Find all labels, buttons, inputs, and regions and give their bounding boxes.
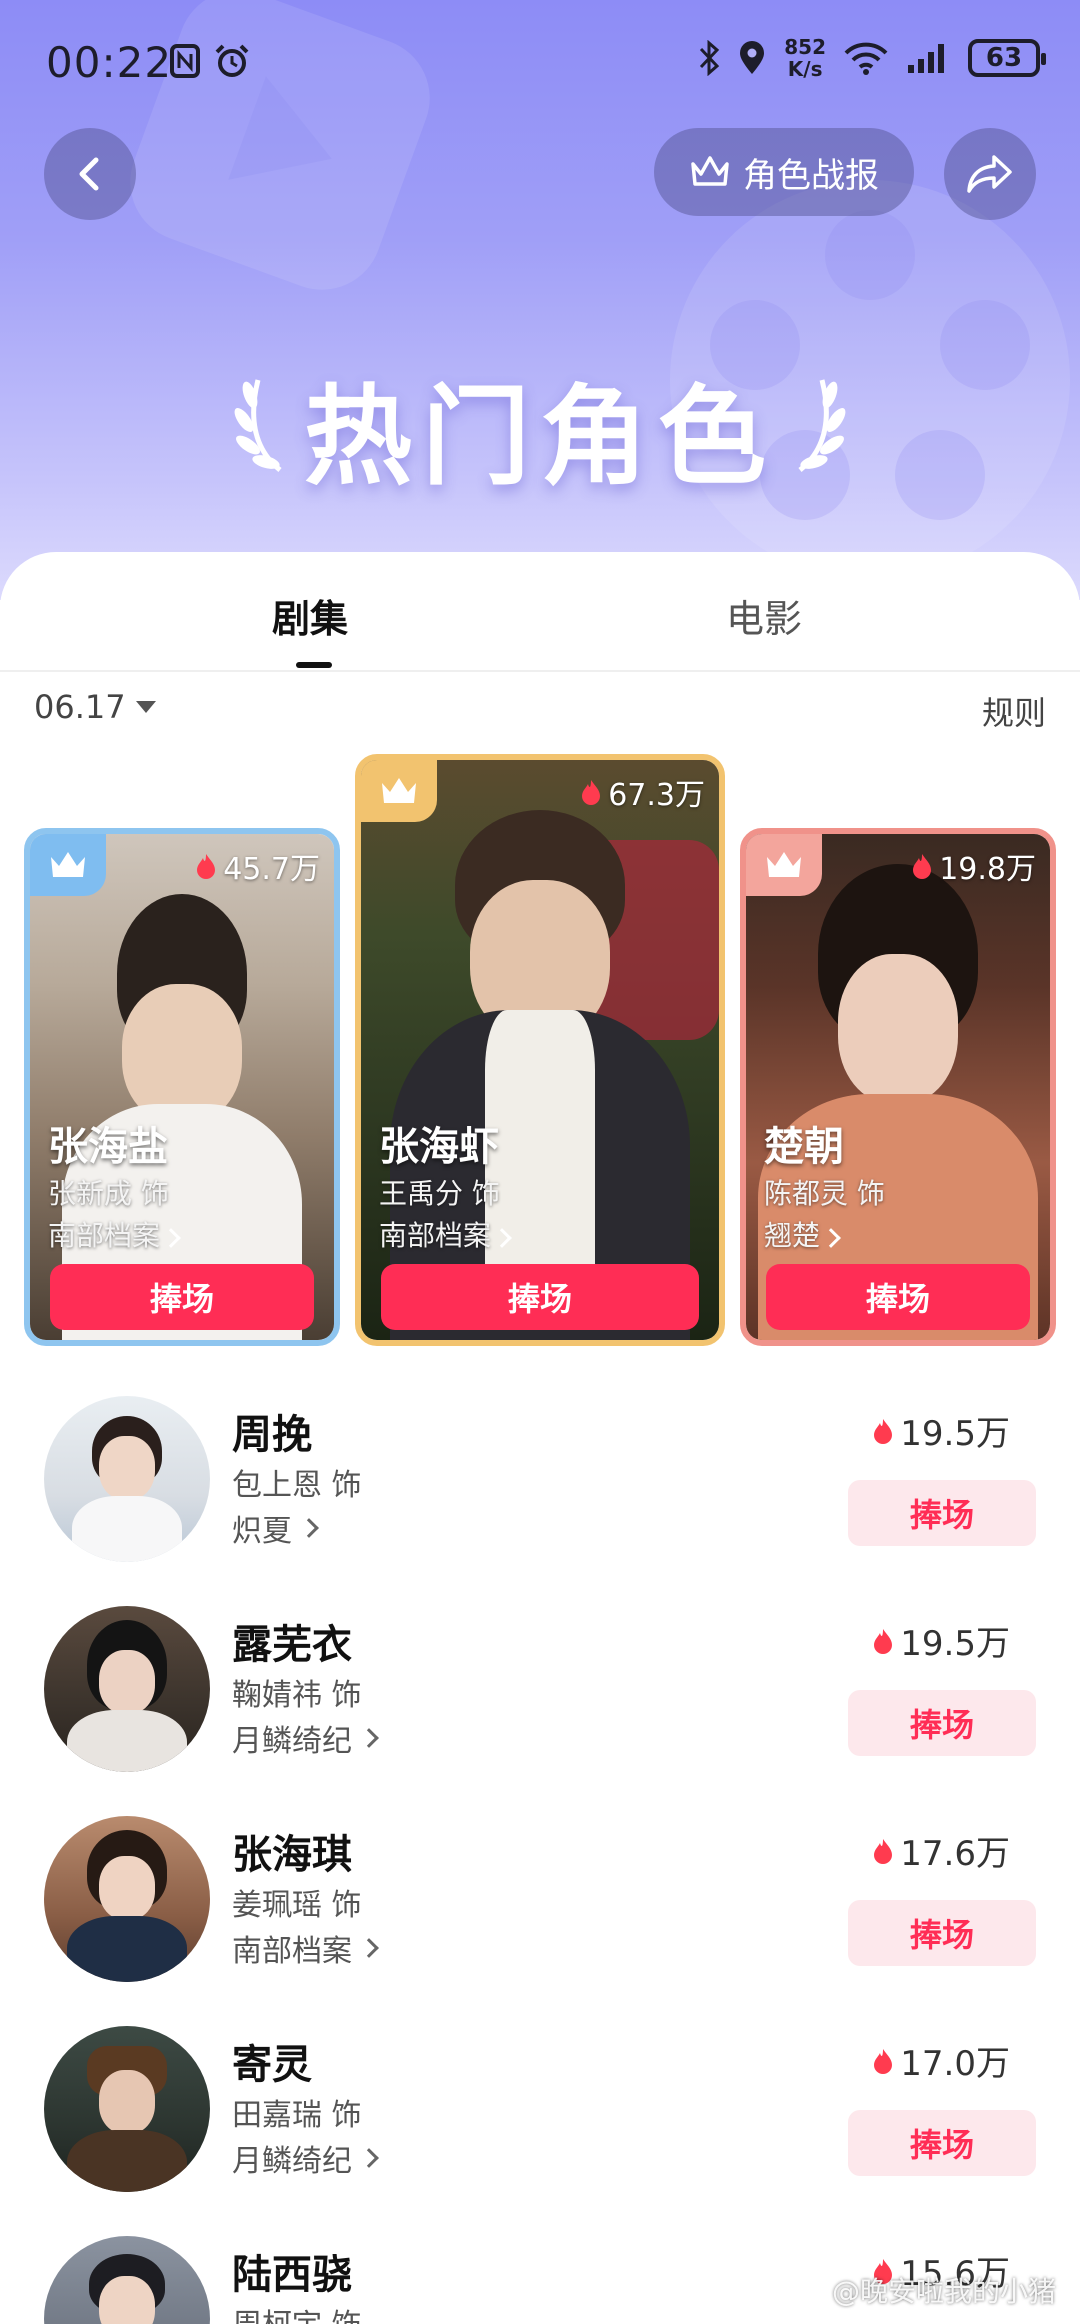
crown-icon	[691, 156, 729, 186]
flame-icon	[874, 1418, 893, 1444]
heat-value: 45.7万	[195, 844, 320, 888]
avatar	[44, 1606, 210, 1772]
character-name: 陆西骁	[232, 2252, 352, 2298]
character-name: 张海盐	[48, 1124, 168, 1170]
alarm-icon	[215, 44, 249, 77]
role-report-label: 角色战报	[743, 155, 879, 196]
cheer-button[interactable]: 捧场	[848, 1480, 1036, 1546]
share-button[interactable]	[944, 128, 1036, 220]
rank-badge	[361, 760, 437, 822]
tab-movies[interactable]: 电影	[726, 588, 802, 643]
chevron-right-icon	[359, 2148, 379, 2168]
flame-icon	[874, 1838, 893, 1864]
top-card-rank-2[interactable]: 45.7万 张海盐 张新成 饰 南部档案 捧场	[24, 828, 340, 1346]
flame-icon	[582, 780, 601, 805]
hero-title: 热门角色	[303, 375, 776, 500]
back-button[interactable]	[44, 128, 136, 220]
rank-badge	[746, 834, 822, 896]
actor-name: 鞠婧祎 饰	[232, 1678, 362, 1713]
avatar	[44, 2026, 210, 2192]
heat-value: 19.8万	[911, 844, 1036, 888]
show-link[interactable]: 月鳞绮纪	[232, 1716, 379, 1760]
flame-icon	[197, 854, 216, 879]
actor-name: 陈都灵 饰	[764, 1177, 885, 1210]
network-speed: 852 K/s	[784, 35, 826, 81]
cheer-button[interactable]: 捧场	[848, 1690, 1036, 1756]
show-link[interactable]: 翘楚	[764, 1214, 841, 1254]
heat-value: 17.6万	[872, 1826, 1010, 1875]
show-link[interactable]: 炽夏	[232, 1506, 319, 1550]
avatar	[44, 2236, 210, 2324]
signal-icon	[908, 44, 944, 73]
character-name: 露芜衣	[232, 1622, 352, 1668]
laurel-right-icon	[798, 379, 846, 472]
battery-indicator: 63	[968, 39, 1046, 77]
cheer-button[interactable]: 捧场	[848, 1900, 1036, 1966]
role-report-button[interactable]: 角色战报	[654, 128, 914, 216]
rules-link[interactable]: 规则	[982, 688, 1046, 734]
watermark: @晚安啦我的小猪	[793, 2270, 1056, 2310]
show-link[interactable]: 南部档案	[379, 1214, 512, 1254]
actor-name: 姜珮瑶 饰	[232, 1888, 362, 1923]
top-card-rank-3[interactable]: 19.8万 楚朝 陈都灵 饰 翘楚 捧场	[740, 828, 1056, 1346]
chevron-right-icon	[359, 1728, 379, 1748]
cheer-button[interactable]: 捧场	[381, 1264, 699, 1330]
crown-icon	[51, 852, 85, 877]
tab-tv-series[interactable]: 剧集	[272, 588, 348, 643]
wifi-icon	[844, 42, 888, 75]
actor-name: 王禹分 饰	[379, 1177, 500, 1210]
show-link[interactable]: 月鳞绮纪	[232, 2136, 379, 2180]
show-link[interactable]: 南部档案	[232, 1926, 379, 1970]
rank-badge	[30, 834, 106, 896]
actor-name: 张新成 饰	[48, 1177, 169, 1210]
flame-icon	[874, 1628, 893, 1654]
top-card-rank-1[interactable]: 67.3万 张海虾 王禹分 饰 南部档案 捧场	[355, 754, 725, 1346]
date-value: 06.17	[34, 688, 126, 726]
location-icon	[740, 41, 765, 74]
list-item[interactable]: 寄灵 田嘉瑞 饰 月鳞绮纪 17.0万 捧场	[0, 2018, 1080, 2228]
actor-name: 周柯宇 饰	[232, 2300, 362, 2324]
category-tabs: 剧集 电影	[0, 552, 1080, 672]
cheer-button[interactable]: 捧场	[848, 2110, 1036, 2176]
header-banner: 00:22 852 K/s 63 角色战报 热门角色	[0, 0, 1080, 600]
status-bar: 00:22 852 K/s 63	[0, 0, 1080, 130]
character-name: 张海虾	[379, 1124, 499, 1170]
chevron-right-icon	[359, 1938, 379, 1958]
flame-icon	[913, 854, 932, 879]
chevron-right-icon	[492, 1228, 512, 1248]
actor-name: 田嘉瑞 饰	[232, 2098, 362, 2133]
status-time: 00:22	[46, 38, 173, 87]
weibo-icon	[793, 2278, 824, 2303]
show-link[interactable]: 南部档案	[48, 1214, 181, 1254]
heat-value: 67.3万	[580, 770, 705, 814]
bluetooth-icon	[700, 40, 720, 76]
flame-icon	[874, 2048, 893, 2074]
chevron-right-icon	[299, 1518, 319, 1538]
chevron-right-icon	[161, 1228, 181, 1248]
date-selector[interactable]: 06.17	[34, 688, 156, 726]
cheer-button[interactable]: 捧场	[766, 1264, 1030, 1330]
avatar	[44, 1816, 210, 1982]
character-name: 楚朝	[764, 1124, 844, 1170]
crown-icon	[382, 778, 416, 803]
list-item[interactable]: 露芜衣 鞠婧祎 饰 月鳞绮纪 19.5万 捧场	[0, 1598, 1080, 1808]
character-name: 周挽	[232, 1412, 312, 1458]
chevron-right-icon	[821, 1228, 841, 1248]
heat-value: 19.5万	[872, 1616, 1010, 1665]
list-item[interactable]: 张海琪 姜珮瑶 饰 南部档案 17.6万 捧场	[0, 1808, 1080, 2018]
dropdown-arrow-icon	[135, 701, 156, 713]
avatar	[44, 1396, 210, 1562]
active-tab-indicator	[296, 662, 332, 668]
chevron-left-icon	[79, 157, 99, 191]
list-item[interactable]: 周挽 包上恩 饰 炽夏 19.5万 捧场	[0, 1388, 1080, 1598]
character-name: 张海琪	[232, 1832, 352, 1878]
actor-name: 包上恩 饰	[232, 1468, 362, 1503]
character-name: 寄灵	[232, 2042, 312, 2088]
cheer-button[interactable]: 捧场	[50, 1264, 314, 1330]
nfc-icon	[170, 44, 200, 78]
share-icon	[967, 155, 1012, 193]
heat-value: 19.5万	[872, 1406, 1010, 1455]
crown-icon	[767, 852, 801, 877]
heat-value: 17.0万	[872, 2036, 1010, 2085]
